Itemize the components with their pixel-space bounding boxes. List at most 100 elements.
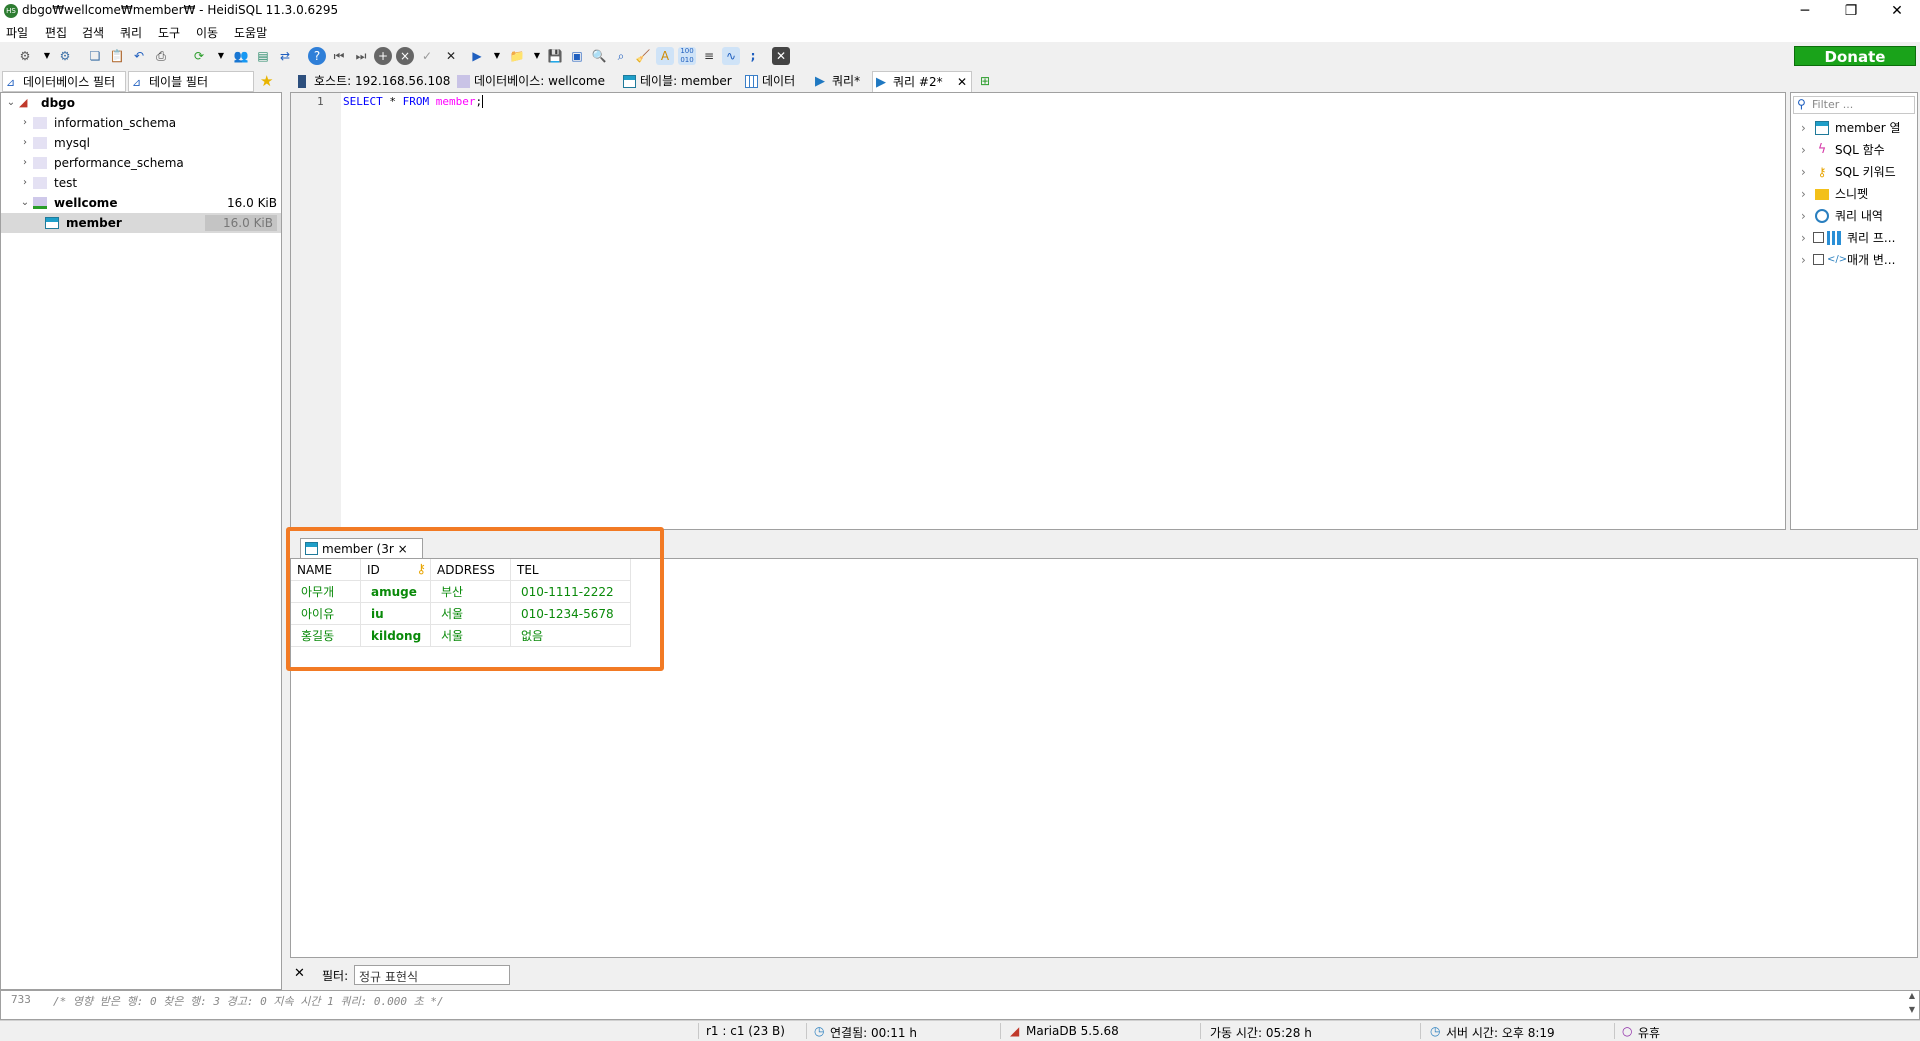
tree-item-label: mysql <box>54 136 90 150</box>
tab-bar: ⊿ 데이터베이스 필터 ⊿ 테이블 필터 ★ 호스트: 192.168.56.1… <box>0 70 1920 92</box>
tree-item-wellcome[interactable]: ⌄ wellcome 16.0 KiB <box>1 193 281 213</box>
folder-icon <box>1815 189 1829 200</box>
chevron-right-icon[interactable]: › <box>1801 161 1806 183</box>
post-icon[interactable]: ✓ <box>418 47 436 65</box>
tab-query-1-label: 쿼리* <box>832 74 861 88</box>
checkbox[interactable] <box>1813 232 1824 243</box>
undo-icon[interactable]: ↶ <box>130 47 148 65</box>
tree-item-test[interactable]: › test <box>1 173 281 193</box>
dolphin-icon: ◢ <box>19 96 28 109</box>
delete-row-icon[interactable]: × <box>396 47 414 65</box>
database-filter-input[interactable]: ⊿ 데이터베이스 필터 <box>2 71 126 92</box>
menu-tools[interactable]: 도구 <box>158 24 180 41</box>
menu-edit[interactable]: 편집 <box>45 24 67 41</box>
menu-help[interactable]: 도움말 <box>234 24 267 41</box>
chevron-right-icon[interactable]: › <box>19 153 31 173</box>
replace-icon[interactable]: ⌕ <box>612 47 630 65</box>
chevron-right-icon[interactable]: › <box>1801 249 1806 271</box>
menu-search[interactable]: 검색 <box>82 24 104 41</box>
sql-editor[interactable]: 1 SELECT * FROM member;​ <box>290 92 1786 530</box>
scroll-up-icon[interactable]: ▲ <box>1909 991 1915 1000</box>
helper-filter-input[interactable]: ⚲ Filter ... <box>1793 96 1915 114</box>
chevron-right-icon[interactable]: › <box>1801 139 1806 161</box>
dropdown-arrow-icon[interactable]: ▼ <box>488 47 506 65</box>
sql-log[interactable]: 733 /* 영향 받은 행: 0 찾은 행: 3 경고: 0 지속 시간 1 … <box>0 990 1920 1020</box>
refresh-icon[interactable]: ⟳ <box>190 47 208 65</box>
close-window-button[interactable]: ✕ <box>1874 0 1920 22</box>
copy-icon[interactable]: ❏ <box>86 47 104 65</box>
expand-arrow-icon[interactable]: ⌄ <box>19 193 31 213</box>
minimize-button[interactable]: ─ <box>1782 0 1828 22</box>
chevron-right-icon[interactable]: › <box>19 173 31 193</box>
first-icon[interactable]: ⏮ <box>330 47 348 65</box>
user-manager-icon[interactable]: 👥 <box>232 47 250 65</box>
run-query-icon[interactable]: ▶ <box>468 47 486 65</box>
autocomplete-icon[interactable]: A <box>656 47 674 65</box>
chevron-right-icon[interactable]: › <box>1801 227 1806 249</box>
status-bar: r1 : c1 (23 B) ◷ 연결됨: 00:11 h ◢ MariaDB … <box>0 1020 1920 1040</box>
restore-button[interactable]: ❐ <box>1828 0 1874 22</box>
close-filter-icon[interactable]: ✕ <box>294 966 305 981</box>
new-query-tab-icon[interactable]: ⊞ <box>980 71 998 92</box>
help-icon[interactable]: ? <box>308 47 326 65</box>
tab-database[interactable]: 데이터베이스: wellcome <box>454 71 605 92</box>
tree-item-label: information_schema <box>54 116 177 130</box>
regex-filter-input[interactable]: 정규 표현식 <box>354 965 510 985</box>
menu-file[interactable]: 파일 <box>6 24 28 41</box>
tree-item-performance-schema[interactable]: › performance_schema <box>1 153 281 173</box>
maintenance-icon[interactable]: ▤ <box>254 47 272 65</box>
expand-arrow-icon[interactable]: ⌄ <box>5 93 17 113</box>
wrap-icon[interactable]: ≡ <box>700 47 718 65</box>
regex-filter-placeholder: 정규 표현식 <box>359 970 419 984</box>
tab-query-1[interactable]: ▶ 쿼리* <box>812 71 860 92</box>
dropdown-arrow-icon[interactable]: ▼ <box>528 47 546 65</box>
session-manager-icon[interactable]: ⚙ <box>16 47 34 65</box>
chevron-right-icon[interactable]: › <box>1801 117 1806 139</box>
chevron-right-icon[interactable]: › <box>1801 205 1806 227</box>
helper-pane: ⚲ Filter ... › member 열 › ϟ SQL 함수 › ⚷ S… <box>1790 92 1918 530</box>
insert-row-icon[interactable]: + <box>374 47 392 65</box>
transfer-icon[interactable]: ⇄ <box>276 47 294 65</box>
sql-text[interactable]: SELECT * FROM member;​ <box>343 95 484 108</box>
last-icon[interactable]: ⏭ <box>352 47 370 65</box>
tree-item-information-schema[interactable]: › information_schema <box>1 113 281 133</box>
checkbox[interactable] <box>1813 254 1824 265</box>
menu-go[interactable]: 이동 <box>196 24 218 41</box>
donate-button[interactable]: Donate <box>1794 46 1916 66</box>
status-uptime: 가동 시간: 05:28 h <box>1210 1026 1312 1040</box>
line-number: 1 <box>317 95 324 108</box>
close-tab-icon[interactable]: ✕ <box>772 47 790 65</box>
save-icon[interactable]: 💾 <box>546 47 564 65</box>
tab-query-2[interactable]: ▶ 쿼리 #2* ✕ <box>872 71 972 92</box>
tree-root-dbgo[interactable]: ⌄ ◢ dbgo <box>1 93 281 113</box>
tree-item-member[interactable]: member 16.0 KiB <box>1 213 281 233</box>
tree-item-mysql[interactable]: › mysql <box>1 133 281 153</box>
scroll-down-icon[interactable]: ▼ <box>1909 1005 1915 1014</box>
new-window-icon[interactable]: ⚙ <box>56 47 74 65</box>
table-filter-input[interactable]: ⊿ 테이블 필터 <box>128 71 254 92</box>
chevron-right-icon[interactable]: › <box>19 113 31 133</box>
print-icon[interactable]: ⎙ <box>152 47 170 65</box>
tab-host[interactable]: 호스트: 192.168.56.108 <box>294 71 450 92</box>
filter-icon: ⊿ <box>6 76 16 89</box>
close-tab-icon[interactable]: ✕ <box>957 72 967 93</box>
lightning-icon: ϟ <box>1817 142 1827 157</box>
dropdown-arrow-icon[interactable]: ▼ <box>212 47 230 65</box>
open-file-icon[interactable]: 📁 <box>508 47 526 65</box>
clear-icon[interactable]: 🧹 <box>634 47 652 65</box>
tab-data[interactable]: 데이터 <box>742 71 795 92</box>
semicolon-icon[interactable]: ; <box>744 47 762 65</box>
chevron-right-icon[interactable]: › <box>19 133 31 153</box>
paste-icon[interactable]: 📋 <box>108 47 126 65</box>
chevron-right-icon[interactable]: › <box>1801 183 1806 205</box>
cancel-icon[interactable]: ✕ <box>442 47 460 65</box>
database-icon <box>33 137 47 149</box>
binary-icon[interactable]: 100 010 <box>678 47 696 65</box>
save-as-icon[interactable]: ▣ <box>568 47 586 65</box>
format-icon[interactable]: ∿ <box>722 47 740 65</box>
find-icon[interactable]: 🔍 <box>590 47 608 65</box>
menu-query[interactable]: 쿼리 <box>120 24 142 41</box>
tab-table[interactable]: 테이블: member <box>620 71 732 92</box>
dropdown-arrow-icon[interactable]: ▼ <box>38 47 56 65</box>
favorites-star-icon[interactable]: ★ <box>256 71 280 92</box>
